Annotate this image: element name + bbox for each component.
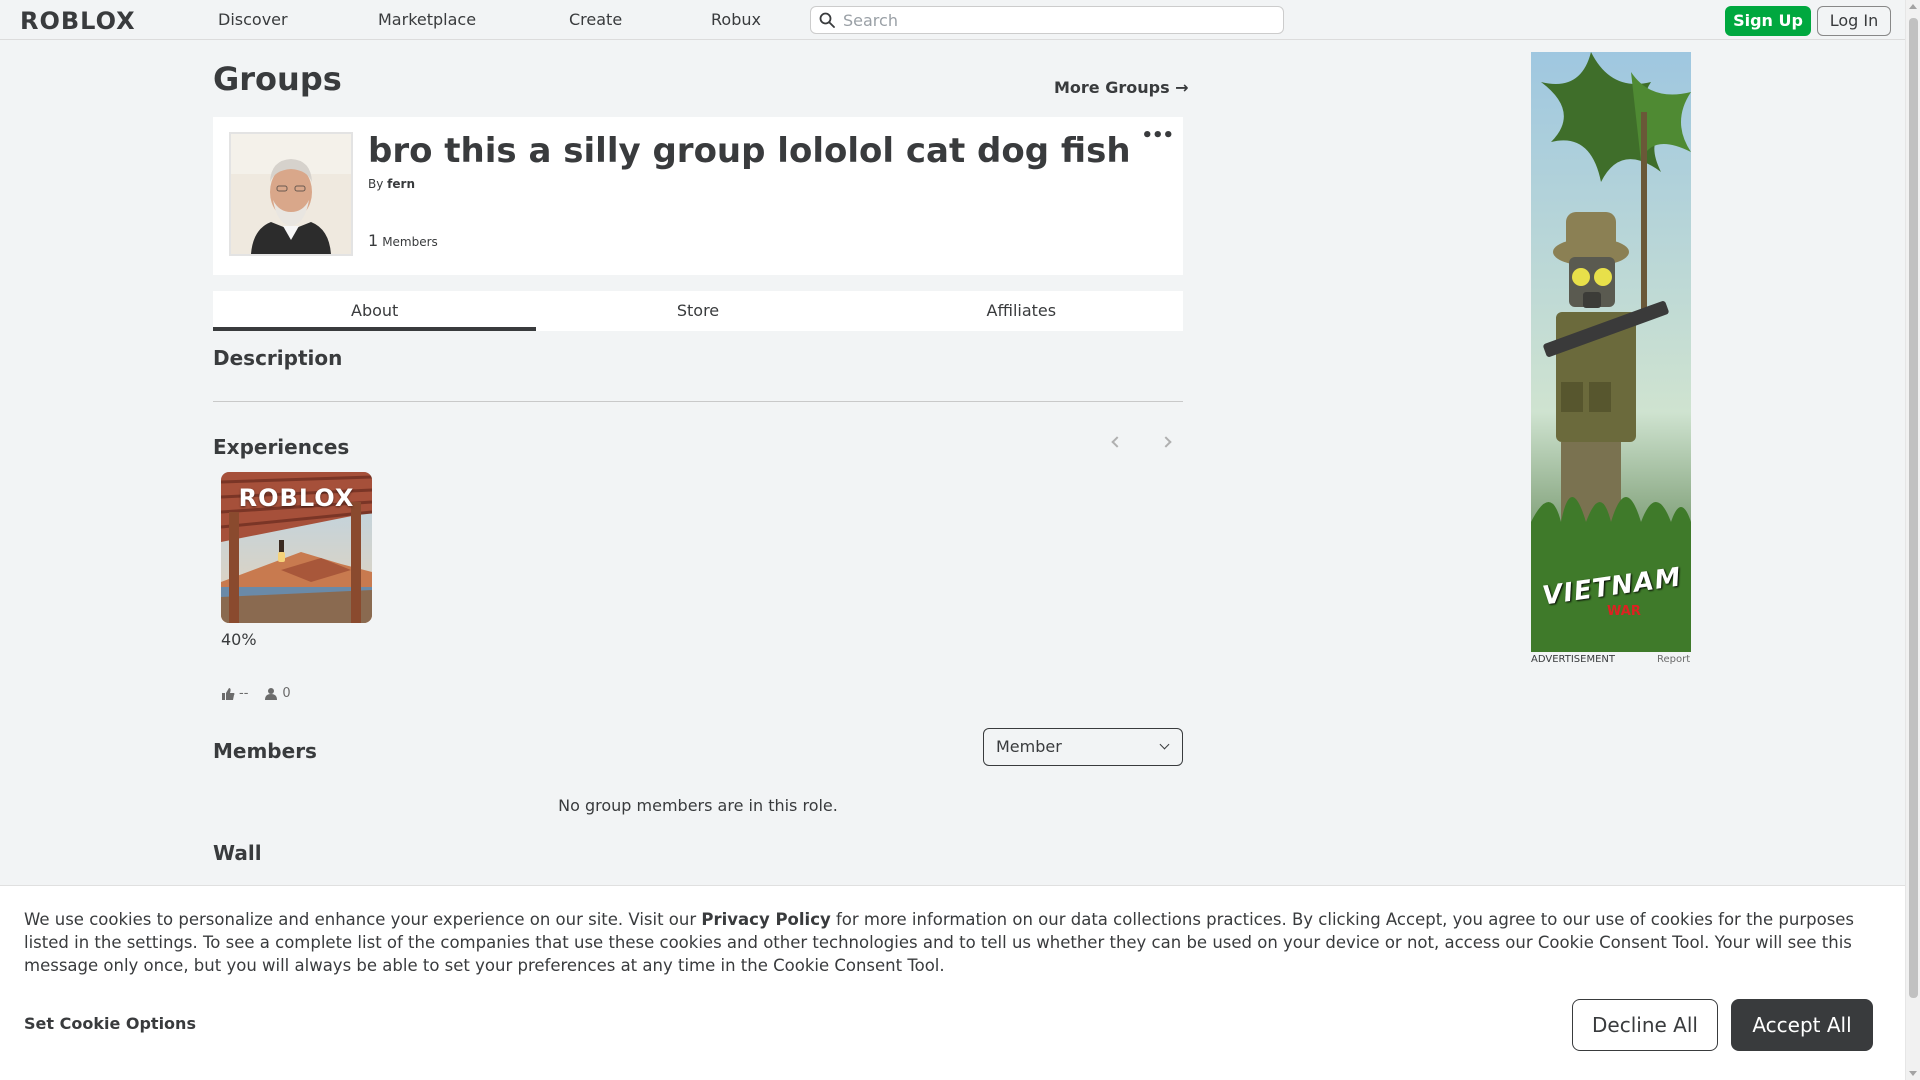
top-navigation: ROBLOX Discover Marketplace Create Robux… — [0, 0, 1905, 40]
ad-report-link[interactable]: Report — [1657, 654, 1690, 665]
group-tabs: About Store Affiliates — [213, 291, 1183, 331]
tab-about[interactable]: About — [213, 291, 537, 331]
wall-heading: Wall — [213, 841, 262, 865]
cookie-text-part1: We use cookies to personalize and enhanc… — [24, 910, 702, 929]
group-name: bro this a silly group lololol cat dog f… — [368, 131, 1131, 171]
search-box[interactable] — [810, 6, 1284, 34]
carousel-prev-icon[interactable] — [1107, 434, 1123, 450]
page-title: Groups — [213, 60, 342, 98]
experience-tile[interactable]: ROBLOX — [221, 472, 372, 623]
group-owner-link[interactable]: fern — [387, 177, 415, 191]
decline-all-button[interactable]: Decline All — [1572, 999, 1718, 1051]
carousel-next-icon[interactable] — [1160, 434, 1176, 450]
experience-stats: -- 0 — [221, 686, 307, 701]
set-cookie-options-link[interactable]: Set Cookie Options — [24, 1014, 196, 1033]
chevron-down-icon — [1159, 739, 1170, 750]
advertisement-banner[interactable]: VIETNAM WAR — [1531, 52, 1691, 652]
accept-all-button[interactable]: Accept All — [1731, 999, 1873, 1051]
page-scrollbar[interactable] — [1905, 0, 1920, 1080]
nav-discover[interactable]: Discover — [218, 10, 288, 29]
tab-affiliates[interactable]: Affiliates — [860, 291, 1183, 331]
experience-rating: 40% — [221, 630, 257, 649]
nav-marketplace[interactable]: Marketplace — [378, 10, 476, 29]
ad-banner-subtitle: WAR — [1607, 604, 1641, 619]
group-emblem-image — [229, 132, 353, 256]
advertisement-label: ADVERTISEMENT — [1531, 654, 1616, 665]
group-owner: By fern — [368, 177, 415, 191]
privacy-policy-link[interactable]: Privacy Policy — [701, 910, 830, 929]
description-heading: Description — [213, 346, 343, 370]
member-count-number: 1 — [368, 231, 379, 250]
members-empty-message: No group members are in this role. — [558, 796, 838, 815]
player-count-icon — [265, 687, 278, 700]
role-select-dropdown[interactable]: Member — [983, 728, 1183, 766]
tab-store[interactable]: Store — [536, 291, 859, 331]
group-header-card: bro this a silly group lololol cat dog f… — [213, 117, 1183, 275]
role-select-value: Member — [996, 737, 1062, 756]
experience-tile-logo: ROBLOX — [238, 484, 355, 512]
nav-robux[interactable]: Robux — [711, 10, 761, 29]
cookie-message: We use cookies to personalize and enhanc… — [24, 908, 1884, 977]
experience-players: 0 — [282, 686, 291, 701]
member-count-label: Members — [382, 235, 438, 249]
group-owner-prefix: By — [368, 177, 384, 191]
log-in-button[interactable]: Log In — [1817, 6, 1891, 36]
group-member-count: 1 Members — [368, 231, 438, 250]
members-heading: Members — [213, 739, 317, 763]
scroll-down-arrow-icon[interactable] — [1909, 1071, 1917, 1076]
experiences-heading: Experiences — [213, 435, 350, 459]
roblox-logo[interactable]: ROBLOX — [20, 7, 136, 35]
scroll-up-arrow-icon[interactable] — [1909, 4, 1917, 9]
thumbs-up-icon — [222, 687, 235, 700]
search-input[interactable] — [843, 9, 1273, 31]
experience-likes: -- — [239, 686, 249, 701]
search-icon — [819, 12, 835, 28]
cookie-consent-banner: We use cookies to personalize and enhanc… — [0, 885, 1905, 1080]
section-divider — [213, 401, 1183, 402]
group-menu-dots-icon[interactable]: ••• — [1141, 125, 1174, 146]
sign-up-button[interactable]: Sign Up — [1725, 6, 1811, 36]
scrollbar-thumb[interactable] — [1909, 18, 1918, 998]
more-groups-link[interactable]: More Groups → — [1054, 78, 1189, 97]
nav-create[interactable]: Create — [569, 10, 622, 29]
